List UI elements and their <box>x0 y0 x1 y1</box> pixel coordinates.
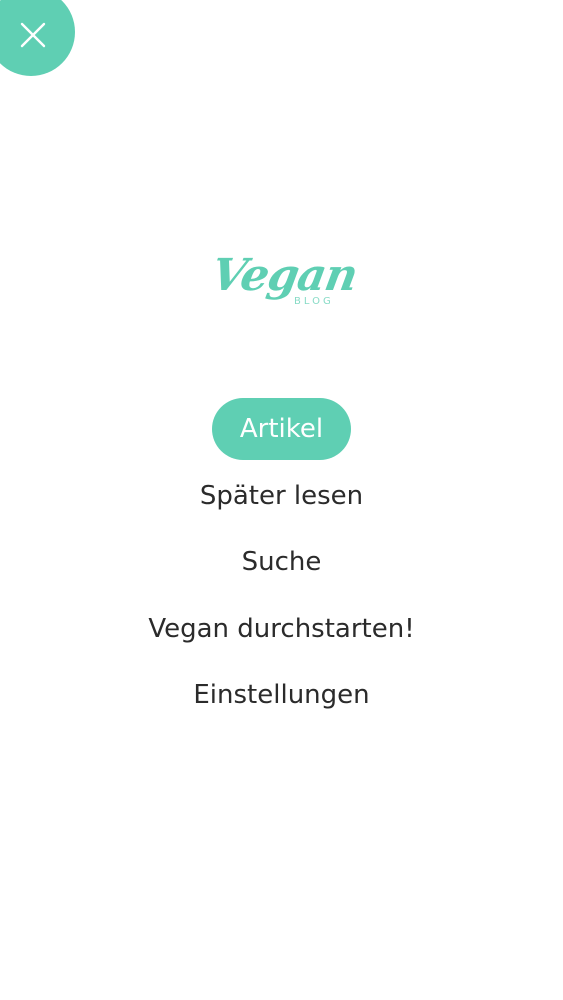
menu-item-artikel[interactable]: Artikel <box>211 398 352 460</box>
menu-item-suche[interactable]: Suche <box>214 531 350 593</box>
vegan-blog-logo: Vegan BLOG <box>208 244 361 320</box>
close-icon <box>20 22 46 48</box>
logo-subtitle: BLOG <box>294 296 334 307</box>
menu-item-spaeter-lesen[interactable]: Später lesen <box>172 465 391 527</box>
main-menu: Artikel Später lesen Suche Vegan durchst… <box>0 398 563 731</box>
logo-script-text: Vegan <box>207 250 361 301</box>
menu-item-einstellungen[interactable]: Einstellungen <box>165 664 397 726</box>
menu-item-vegan-durchstarten[interactable]: Vegan durchstarten! <box>120 598 442 660</box>
close-button[interactable] <box>0 0 75 76</box>
